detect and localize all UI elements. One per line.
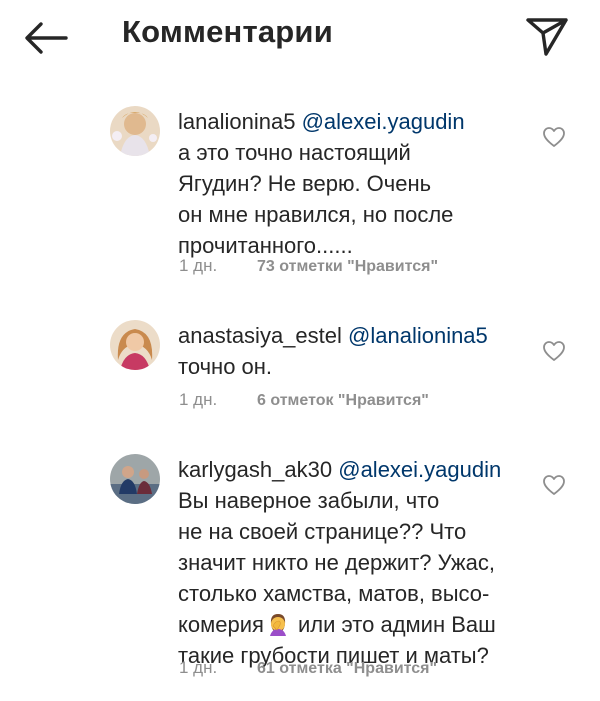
facepalm-woman-emoji xyxy=(266,612,290,636)
comment-meta: 1 дн. 6 отметок "Нравится" xyxy=(179,390,429,410)
comment-text: lanalionina5 @alexei.yagudin а это точно… xyxy=(178,106,523,261)
comment-mention[interactable]: @lanalionina5 xyxy=(348,323,488,348)
top-bar: Комментарии xyxy=(0,0,600,80)
comment-line: не на своей странице?? Что xyxy=(178,519,467,544)
back-button[interactable] xyxy=(22,20,70,56)
avatar[interactable] xyxy=(110,106,160,156)
heart-outline-icon xyxy=(543,341,565,361)
comment-time: 1 дн. xyxy=(179,390,218,409)
like-button[interactable] xyxy=(542,126,566,148)
comment-line: точно он. xyxy=(178,354,273,379)
comment-meta: 1 дн. 61 отметка "Нравится" xyxy=(179,658,437,678)
comment-time: 1 дн. xyxy=(179,658,218,677)
avatar-image xyxy=(110,320,160,370)
like-button[interactable] xyxy=(542,474,566,496)
comment-line: прочитанного...... xyxy=(178,233,353,258)
comment-mention[interactable]: @alexei.yagudin xyxy=(338,457,501,482)
heart-outline-icon xyxy=(543,127,565,147)
comment-line: а это точно настоящий xyxy=(178,140,411,165)
comment-mention[interactable]: @alexei.yagudin xyxy=(302,109,465,134)
comment-line: столько хамства, матов, высо- xyxy=(178,581,490,606)
arrow-left-icon xyxy=(25,22,68,54)
comment-username[interactable]: anastasiya_estel xyxy=(178,323,342,348)
avatar[interactable] xyxy=(110,454,160,504)
comment-text: karlygash_ak30 @alexei.yagudin Вы наверн… xyxy=(178,454,523,671)
likes-count[interactable]: 61 отметка "Нравится" xyxy=(257,660,437,677)
comment-username[interactable]: lanalionina5 xyxy=(178,109,295,134)
likes-count[interactable]: 73 отметки "Нравится" xyxy=(257,258,438,275)
paper-plane-icon xyxy=(526,18,568,56)
comment-text: anastasiya_estel @lanalionina5 точно он. xyxy=(178,320,523,382)
avatar-image xyxy=(110,106,160,156)
like-button[interactable] xyxy=(542,340,566,362)
comment-line: или это админ Ваш xyxy=(291,612,496,637)
comment-time: 1 дн. xyxy=(179,256,218,275)
comment-line: комерия xyxy=(178,612,264,637)
page-title: Комментарии xyxy=(122,14,333,49)
avatar[interactable] xyxy=(110,320,160,370)
likes-count[interactable]: 6 отметок "Нравится" xyxy=(257,392,429,409)
comment-username[interactable]: karlygash_ak30 xyxy=(178,457,332,482)
comment-line: он мне нравился, но после xyxy=(178,202,454,227)
avatar-image xyxy=(110,454,160,504)
share-button[interactable] xyxy=(524,14,570,60)
heart-outline-icon xyxy=(543,475,565,495)
comment-line: Вы наверное забыли, что xyxy=(178,488,440,513)
comment-meta: 1 дн. 73 отметки "Нравится" xyxy=(179,256,438,276)
comment-line: Ягудин? Не верю. Очень xyxy=(178,171,432,196)
comment-line: значит никто не держит? Ужас, xyxy=(178,550,495,575)
